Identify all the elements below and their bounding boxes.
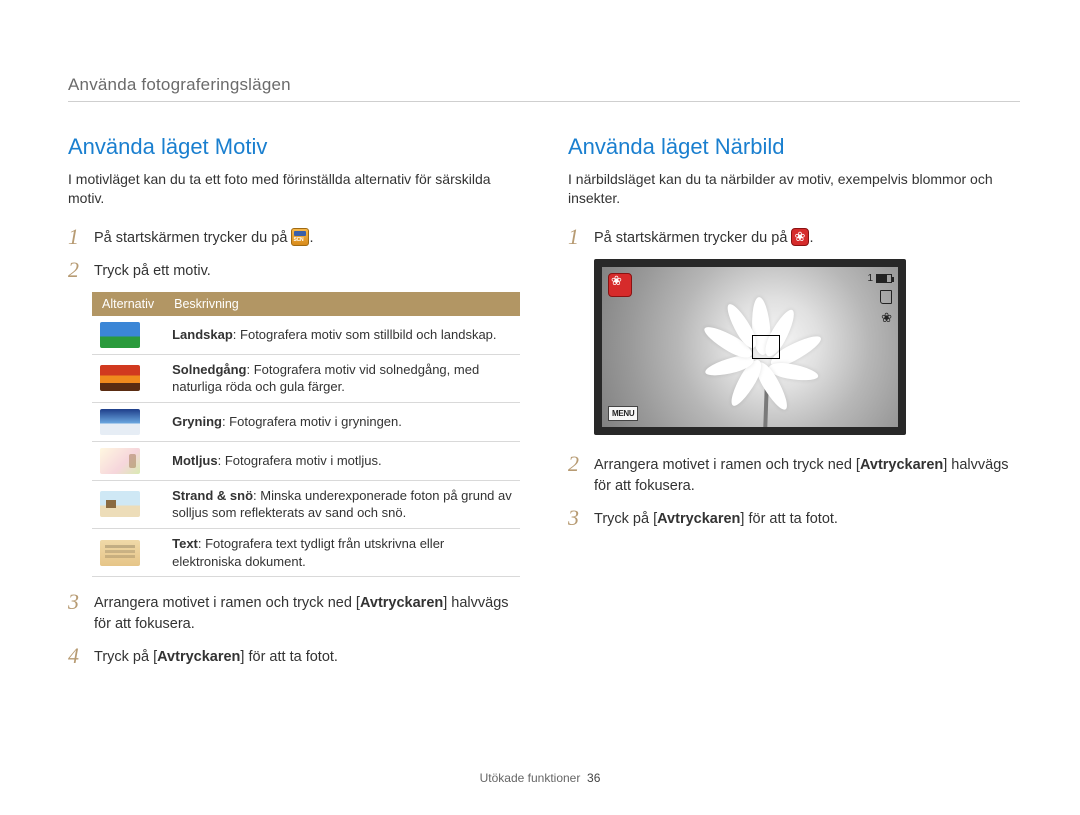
left-step1-pre: På startskärmen trycker du på <box>94 230 291 246</box>
shutter-bold: Avtryckaren <box>657 511 740 527</box>
table-row: Motljus: Fotografera motiv i motljus. <box>92 441 520 480</box>
storage-icon <box>880 290 892 304</box>
landscape-icon <box>100 322 140 348</box>
footer-page-number: 36 <box>587 771 600 785</box>
closeup-mode-icon <box>608 273 632 297</box>
table-row: Solnedgång: Fotografera motiv vid solned… <box>92 354 520 402</box>
left-intro: I motivläget kan du ta ett foto med föri… <box>68 170 520 208</box>
right-step2: Arrangera motivet i ramen och tryck ned … <box>594 453 1020 497</box>
shutter-bold: Avtryckaren <box>860 457 943 473</box>
closeup-mode-icon <box>791 228 809 246</box>
opt-name: Landskap <box>172 327 233 342</box>
th-beskrivning: Beskrivning <box>164 292 520 316</box>
left-step3-pre: Arrangera motivet i ramen och tryck ned … <box>94 595 360 611</box>
right-title: Använda läget Närbild <box>568 134 1020 160</box>
opt-name: Solnedgång <box>172 362 246 377</box>
step-number-2: 2 <box>68 259 84 281</box>
left-step4-pre: Tryck på [ <box>94 649 157 665</box>
opt-name: Strand & snö <box>172 488 253 503</box>
shutter-bold: Avtryckaren <box>157 649 240 665</box>
left-step1-post: . <box>309 230 313 246</box>
table-row: Landskap: Fotografera motiv som stillbil… <box>92 316 520 355</box>
options-table: Alternativ Beskrivning Landskap: Fotogra… <box>92 292 520 577</box>
left-step4-post: ] för att ta fotot. <box>240 649 338 665</box>
step-number-3: 3 <box>568 507 584 529</box>
left-step4: Tryck på [Avtryckaren] för att ta fotot. <box>94 645 520 668</box>
macro-icon: ❀ <box>881 310 892 326</box>
step-number-1: 1 <box>568 226 584 248</box>
scn-mode-icon <box>291 228 309 246</box>
sunset-icon <box>100 365 140 391</box>
th-alternativ: Alternativ <box>92 292 164 316</box>
right-step3-post: ] för att ta fotot. <box>740 511 838 527</box>
right-step2-pre: Arrangera motivet i ramen och tryck ned … <box>594 457 860 473</box>
table-row: Gryning: Fotografera motiv i gryningen. <box>92 402 520 441</box>
right-step1-pre: På startskärmen trycker du på <box>594 230 791 246</box>
right-step3-pre: Tryck på [ <box>594 511 657 527</box>
step-number-3: 3 <box>68 591 84 613</box>
footer-section: Utökade funktioner <box>480 771 581 785</box>
table-row: Text: Fotografera text tydligt från utsk… <box>92 529 520 577</box>
right-column: Använda läget Närbild I närbildsläget ka… <box>568 134 1020 678</box>
camera-preview: 1 ❀ MENU <box>594 259 906 435</box>
opt-desc: : Fotografera text tydligt från utskrivn… <box>172 536 444 569</box>
focus-indicator <box>752 335 780 359</box>
right-intro: I närbildsläget kan du ta närbilder av m… <box>568 170 1020 208</box>
left-step3: Arrangera motivet i ramen och tryck ned … <box>94 591 520 635</box>
text-mode-icon <box>100 540 140 566</box>
right-step1-post: . <box>809 230 813 246</box>
shots-remaining: 1 <box>867 273 873 284</box>
opt-desc: : Fotografera motiv som stillbild och la… <box>233 327 497 342</box>
page-header: Använda fotograferingslägen <box>68 75 1020 102</box>
left-column: Använda läget Motiv I motivläget kan du … <box>68 134 520 678</box>
battery-icon <box>876 274 892 283</box>
opt-name: Motljus <box>172 453 218 468</box>
opt-name: Text <box>172 536 198 551</box>
left-title: Använda läget Motiv <box>68 134 520 160</box>
step-number-2: 2 <box>568 453 584 475</box>
shutter-bold: Avtryckaren <box>360 595 443 611</box>
right-step3: Tryck på [Avtryckaren] för att ta fotot. <box>594 507 1020 530</box>
right-step1: På startskärmen trycker du på . <box>594 226 1020 249</box>
opt-desc: : Fotografera motiv i gryningen. <box>222 414 402 429</box>
left-step1: På startskärmen trycker du på . <box>94 226 520 249</box>
opt-desc: : Fotografera motiv i motljus. <box>218 453 382 468</box>
left-step2: Tryck på ett motiv. <box>94 259 520 282</box>
dawn-icon <box>100 409 140 435</box>
step-number-4: 4 <box>68 645 84 667</box>
beach-snow-icon <box>100 491 140 517</box>
backlight-icon <box>100 448 140 474</box>
opt-name: Gryning <box>172 414 222 429</box>
page-footer: Utökade funktioner 36 <box>0 771 1080 785</box>
step-number-1: 1 <box>68 226 84 248</box>
table-row: Strand & snö: Minska underexponerade fot… <box>92 480 520 528</box>
menu-button[interactable]: MENU <box>608 406 638 421</box>
